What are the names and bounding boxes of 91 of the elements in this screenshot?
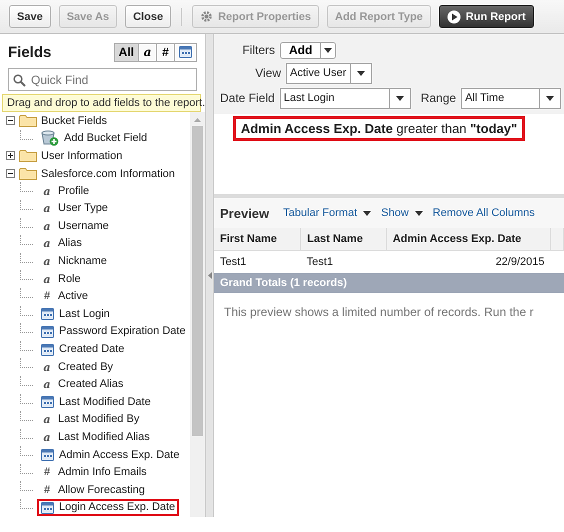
play-icon: [446, 10, 461, 24]
text-field-icon: a: [41, 237, 53, 250]
type-filter-button[interactable]: #: [156, 42, 175, 62]
gear-icon: [200, 10, 214, 23]
calendar-icon: [41, 308, 54, 320]
text-field-icon: a: [41, 255, 53, 268]
field-item[interactable]: a Last Modified Alias: [37, 428, 154, 446]
date-filter-button[interactable]: [174, 42, 197, 62]
column-header[interactable]: First Name: [214, 228, 301, 250]
collapse-arrow-icon[interactable]: [208, 272, 212, 279]
caret-icon: [414, 210, 423, 216]
folder-icon: [19, 167, 37, 180]
field-item[interactable]: Login Access Exp. Date: [37, 499, 180, 516]
grand-totals-label: Grand Totals (1 records): [220, 277, 347, 289]
text-field-icon: a: [41, 430, 53, 444]
number-field-icon: #: [41, 466, 53, 480]
date-field-select[interactable]: Last Login: [280, 88, 411, 108]
filters-label: Filters: [241, 43, 275, 57]
caret-icon: [324, 48, 332, 52]
column-header[interactable]: Admin Access Exp. Date: [386, 228, 550, 250]
field-item[interactable]: a Username: [37, 218, 113, 235]
range-label: Range: [420, 91, 456, 105]
caret-icon: [396, 96, 404, 100]
folder-icon: [19, 114, 37, 128]
text-field-icon: a: [41, 272, 53, 286]
column-header[interactable]: Last Name: [300, 228, 386, 250]
view-select[interactable]: Active User: [286, 62, 372, 84]
table-cell: Test1: [220, 256, 246, 268]
type-filter-button[interactable]: All: [114, 42, 139, 62]
add-filter-button[interactable]: Add: [280, 42, 336, 58]
field-item[interactable]: a Profile: [37, 182, 94, 200]
table-cell: Test1: [306, 256, 333, 268]
view-label: View: [254, 66, 281, 80]
toolbar-button[interactable]: Close: [125, 5, 172, 28]
toolbar-button[interactable]: Save: [9, 5, 51, 28]
collapse-icon[interactable]: [6, 116, 15, 126]
folder-icon: [19, 149, 37, 162]
field-item[interactable]: Add Bucket Field: [37, 128, 152, 148]
range-select[interactable]: All Time: [461, 88, 562, 108]
scrollbar[interactable]: [190, 112, 205, 517]
field-item[interactable]: a Alias: [37, 235, 86, 252]
bucket-add-icon: [41, 130, 59, 146]
folder-label[interactable]: Salesforce.com Information: [41, 168, 175, 180]
text-field-icon: a: [41, 220, 53, 233]
calendar-icon: [41, 344, 54, 356]
calendar-icon: [179, 46, 192, 58]
filter-criterion[interactable]: Admin Access Exp. Date greater than "today": [232, 116, 526, 141]
folder-label[interactable]: Bucket Fields: [41, 114, 108, 127]
type-filter-button[interactable]: a: [138, 42, 157, 62]
field-item[interactable]: Admin Access Exp. Date: [37, 446, 184, 464]
caret-icon: [546, 96, 554, 100]
caret-icon: [357, 70, 365, 76]
number-field-icon: #: [41, 484, 53, 497]
expand-icon[interactable]: [6, 151, 15, 160]
text-field-icon: a: [41, 413, 53, 426]
field-item[interactable]: # Active: [37, 288, 92, 306]
field-item[interactable]: # Admin Info Emails: [37, 464, 151, 482]
search-icon: [13, 74, 26, 87]
field-item[interactable]: a User Type: [37, 200, 112, 218]
calendar-icon: [41, 449, 54, 462]
panel-title: Fields: [8, 44, 52, 60]
calendar-icon: [41, 502, 54, 514]
preview-message: This preview shows a limited number of records. Run the r: [223, 304, 534, 319]
table-cell: 22/9/2015: [496, 256, 544, 268]
caret-icon: [363, 210, 372, 216]
calendar-icon: [41, 326, 54, 338]
folder-label[interactable]: User Information: [41, 150, 122, 162]
field-item[interactable]: # Allow Forecasting: [37, 482, 149, 499]
search-field[interactable]: Quick Find: [8, 68, 197, 91]
text-field-icon: a: [41, 202, 53, 216]
text-field-icon: a: [41, 184, 53, 198]
text-field-icon: a: [41, 378, 53, 392]
field-item[interactable]: a Created By: [37, 358, 118, 376]
date-field-label: Date Field: [220, 91, 275, 105]
field-item[interactable]: Last Login: [37, 306, 114, 323]
text-field-icon: a: [41, 360, 53, 374]
preview-link[interactable]: Remove All Columns: [432, 207, 535, 219]
calendar-icon: [41, 396, 54, 408]
preview-title: Preview: [220, 206, 270, 220]
field-item[interactable]: a Nickname: [37, 253, 111, 270]
collapse-icon[interactable]: [6, 169, 15, 178]
field-item[interactable]: a Created Alias: [37, 376, 128, 394]
field-item[interactable]: a Role: [37, 270, 85, 288]
preview-link[interactable]: Tabular Format: [283, 207, 372, 219]
field-item[interactable]: Created Date: [37, 341, 128, 358]
field-item[interactable]: Password Expiration Date: [37, 323, 190, 340]
number-field-icon: #: [41, 290, 53, 304]
preview-link[interactable]: Show: [381, 207, 423, 219]
field-item[interactable]: Last Modified Date: [37, 394, 155, 411]
run-report-button[interactable]: Run Report: [438, 5, 534, 28]
field-item[interactable]: a Last Modified By: [37, 411, 144, 428]
